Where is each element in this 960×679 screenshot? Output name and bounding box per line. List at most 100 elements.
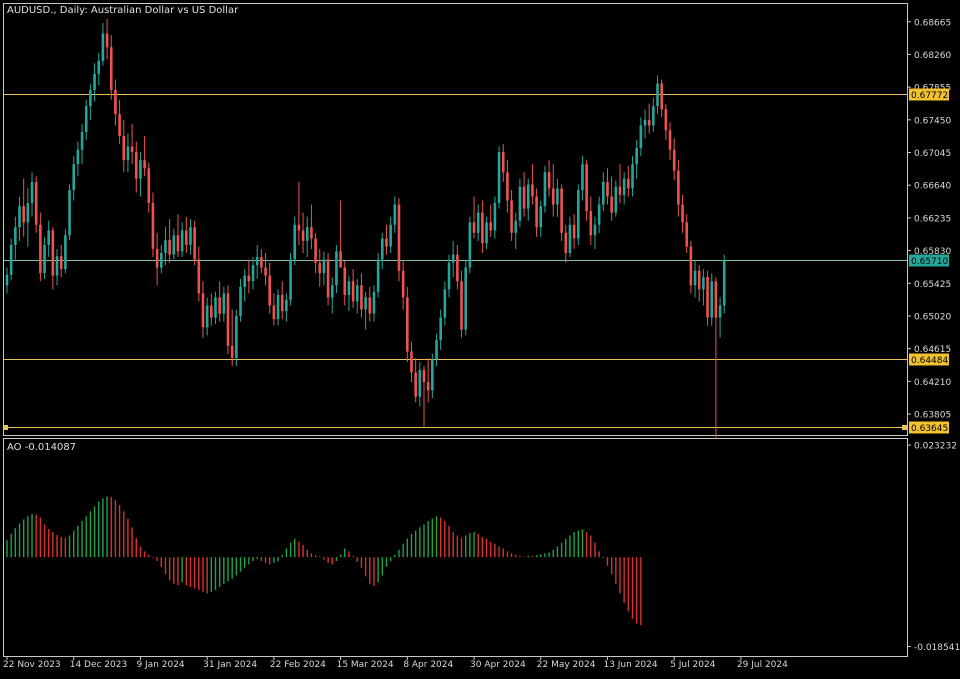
ao-indicator-title: AO -0.014087 [7,442,76,453]
candle-body [585,164,588,212]
candle-body [76,149,80,165]
candle-body [476,212,480,233]
candle-body [197,259,201,294]
candle-body [456,254,459,282]
candle-body [460,281,463,330]
candle-body [389,224,392,247]
candle-body [34,181,38,225]
candle-body [68,190,71,236]
candle-body [710,281,714,318]
candle-body [539,206,543,228]
chart-canvas[interactable]: AUDUSD., Daily: Australian Dollar vs US … [0,0,960,675]
ao-tick-label: -0.018541 [914,643,960,653]
candle-body [593,224,597,236]
price-tick-label: 0.66235 [914,214,951,224]
candle-body [718,305,722,318]
candle-body [105,33,109,48]
candle-body [618,186,622,195]
candle-body [89,89,92,107]
candle-body [314,238,317,263]
candle-body [677,170,680,205]
candle-body [368,297,372,314]
candle-body [614,186,618,213]
candle-body [489,222,493,231]
level-handle-right [902,425,907,430]
candle-body [155,248,159,268]
candle-body [522,186,526,209]
candle-body [572,224,576,239]
candle-body [606,181,609,197]
candle-body [26,202,30,223]
candle-body [372,291,376,314]
candle-body [30,181,34,203]
candle-body [172,235,176,255]
date-tick-label: 31 Jan 2024 [203,660,257,670]
candle-body [581,164,584,191]
level-price-label: 0.64484 [911,356,948,366]
date-tick-label: 29 Jul 2024 [737,660,788,670]
candle-body [239,286,242,316]
candle-body [243,275,246,287]
candle-body [126,146,130,161]
candle-body [268,275,272,306]
candle-body [5,274,9,286]
candle-body [355,285,359,302]
candle-body [685,222,689,247]
candle-body [531,184,534,197]
price-tick-label: 0.65020 [914,312,951,322]
candle-body [510,200,513,233]
candle-body [589,211,593,236]
price-tick-label: 0.68260 [914,51,951,61]
candle-body [547,172,551,189]
candle-body [506,172,509,201]
candle-body [9,244,13,275]
date-tick-label: 30 Apr 2024 [470,660,526,670]
candle-body [439,317,442,341]
candle-body [51,230,55,276]
trading-chart-window[interactable]: AUDUSD., Daily: Australian Dollar vs US … [0,0,960,675]
candle-body [706,277,709,318]
candle-body [668,130,672,150]
current-price-label: 0.65710 [911,257,948,267]
candle-body [164,240,167,253]
candle-body [485,222,488,244]
candle-body [185,230,188,245]
candle [226,285,230,354]
candle-body [151,202,155,249]
candle [397,198,401,282]
candle-body [289,259,292,300]
candle-body [276,294,280,320]
candle-body [285,299,288,312]
date-tick-label: 13 Jun 2024 [603,660,657,670]
candle [468,216,472,274]
candle-body [660,83,663,110]
candle-body [422,370,426,383]
candle-body [656,83,659,107]
ao-tick-label: 0.023232 [914,442,957,452]
candle-body [189,227,192,245]
candle-body [180,230,184,252]
candle-body [414,372,417,397]
candle [34,176,38,233]
candle-body [672,149,676,171]
candle [560,184,563,241]
candle-body [64,235,67,270]
candle-body [426,382,430,391]
candle-body [272,305,276,320]
candle-body [80,131,84,150]
candle-body [218,297,221,314]
price-tick-label: 0.67045 [914,149,951,159]
candle-body [147,168,151,203]
candle-body [647,119,651,126]
candle-body [168,240,171,255]
candle-body [39,224,42,274]
candle [289,252,292,306]
candle-body [560,188,563,233]
candle-body [397,204,401,271]
candle-body [652,106,655,126]
candle-body [526,184,530,209]
chart-title: AUDUSD., Daily: Australian Dollar vs US … [7,5,239,16]
candle-body [535,196,538,228]
candle-body [343,267,347,295]
candle-body [114,89,117,115]
